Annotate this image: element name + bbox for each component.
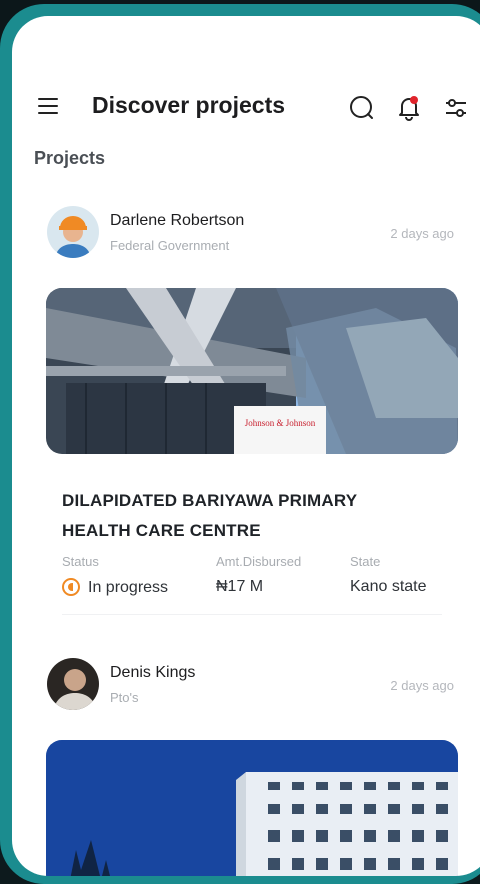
avatar (47, 206, 99, 258)
section-heading: Projects (34, 148, 106, 168)
progress-icon (62, 578, 80, 596)
status-text: In progress (88, 579, 169, 596)
author-organization: Pto's (110, 690, 139, 705)
sign-text: Johnson & Johnson (245, 418, 316, 428)
author-name: Darlene Robertson (110, 212, 245, 229)
author-name: Denis Kings (110, 664, 196, 681)
notification-bell-icon[interactable] (395, 94, 423, 122)
card-divider (62, 614, 442, 615)
search-icon[interactable] (348, 94, 376, 122)
app-screen: Discover projects Projects Darlene Rober… (12, 16, 480, 876)
author-organization: Federal Government (110, 238, 230, 253)
project-title: DILAPIDATED BARIYAWA PRIMARY HEALTH CARE… (62, 491, 357, 540)
page-title: Discover projects (92, 92, 286, 118)
filter-icon[interactable] (442, 94, 470, 122)
menu-icon[interactable] (38, 98, 58, 114)
project-card[interactable]: Darlene Robertson Federal Government 2 d… (32, 196, 472, 615)
amount-label: Amt.Disbursed (216, 554, 302, 569)
post-time: 2 days ago (390, 226, 454, 241)
status-label: Status (62, 554, 99, 569)
card-header: Denis Kings Pto's 2 days ago (32, 648, 472, 728)
avatar (47, 658, 99, 710)
status-value: In progress (62, 578, 168, 597)
state-label: State (350, 554, 381, 569)
amount-value: ₦17 M (216, 578, 264, 595)
state-value: Kano state (350, 578, 427, 595)
project-card[interactable]: Denis Kings Pto's 2 days ago (32, 648, 472, 876)
post-time: 2 days ago (390, 678, 454, 693)
card-header: Darlene Robertson Federal Government 2 d… (32, 196, 472, 276)
project-photo[interactable]: Johnson & Johnson (46, 288, 458, 454)
app-bar: Discover projects (12, 86, 480, 136)
project-photo[interactable] (46, 740, 458, 876)
